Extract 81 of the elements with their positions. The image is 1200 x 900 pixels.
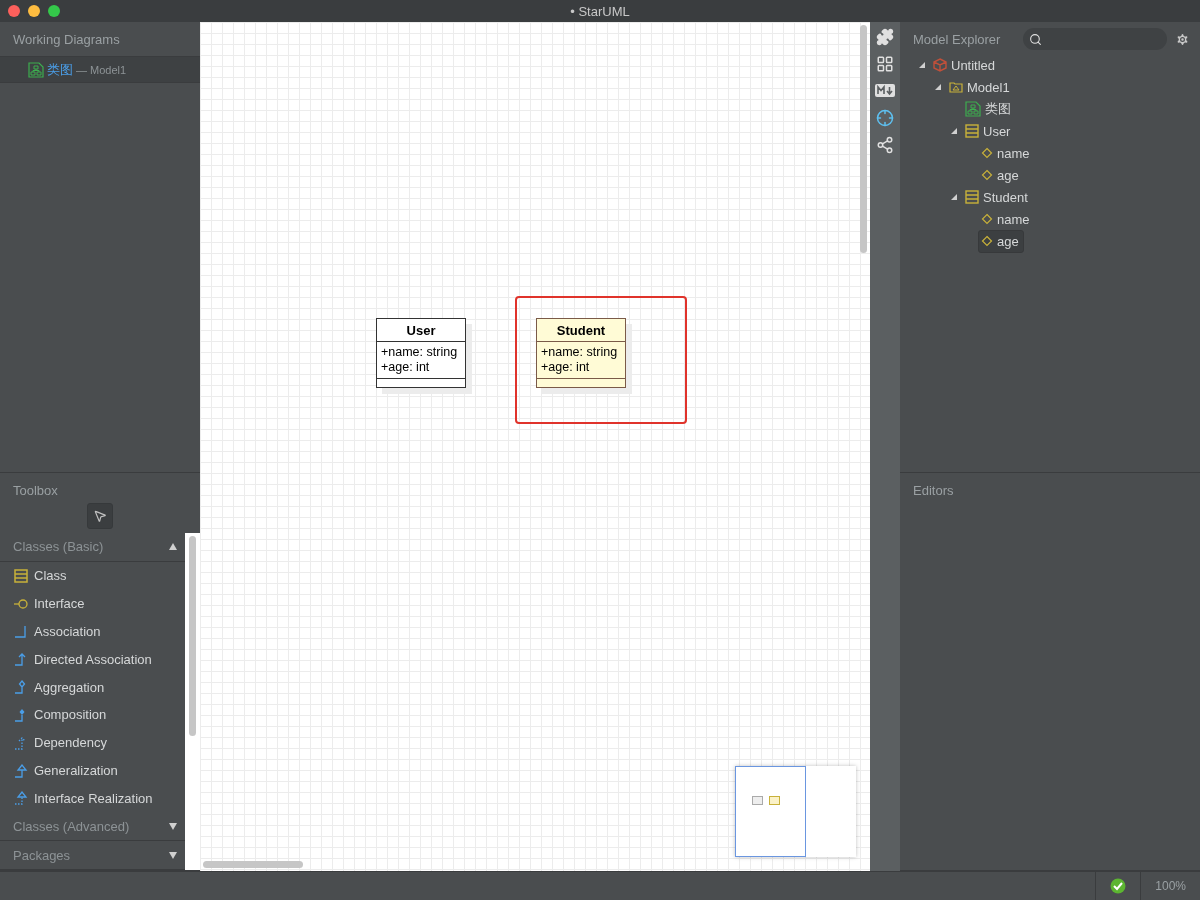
minimap-viewport[interactable] (735, 766, 806, 857)
search-field[interactable] (1023, 28, 1167, 50)
class-attribute: +age: int (381, 360, 431, 375)
diagram-icon (28, 61, 44, 78)
scrollbar-thumb[interactable] (203, 861, 303, 868)
expand-toggle-icon[interactable] (950, 193, 958, 201)
generalization-icon (14, 763, 28, 778)
folder-icon (949, 80, 963, 94)
tool-label: Composition (34, 707, 107, 723)
panel-title: Working Diagrams (12, 31, 121, 49)
tag-icon (981, 147, 993, 159)
expand-toggle-icon[interactable] (934, 83, 942, 91)
class-icon (965, 190, 979, 204)
window-title: • StarUML (570, 3, 630, 19)
group-title: Classes (Advanced) (13, 818, 130, 834)
directed-association-icon (14, 652, 28, 667)
class-icon (14, 568, 28, 583)
aggregation-icon (14, 680, 28, 695)
diagram-item[interactable]: 类图 — Model1 (0, 56, 200, 83)
tree-item[interactable]: name (978, 141, 1035, 165)
class-attribute: +name: string (541, 345, 619, 360)
cube-icon (933, 58, 947, 72)
tag-icon (981, 235, 993, 247)
expand-toggle-icon[interactable] (918, 61, 926, 69)
minimap-shapes-drawing (752, 796, 782, 806)
tag-icon (981, 213, 993, 225)
tool-item[interactable]: Dependency (0, 728, 185, 757)
tool-label: Interface Realization (34, 790, 153, 806)
tool-item[interactable]: Aggregation (0, 673, 185, 701)
tree-item[interactable]: Model1 (946, 75, 1015, 99)
tree-item[interactable]: age (978, 163, 1024, 187)
tool-label: Aggregation (34, 679, 105, 695)
realization-icon (14, 791, 28, 806)
class-attribute: +age: int (541, 360, 591, 375)
tool-item[interactable]: Generalization (0, 756, 185, 785)
panel-title: Editors (912, 482, 955, 500)
minimize-button[interactable] (28, 5, 40, 17)
diagram-icon (965, 101, 981, 117)
tool-label: Generalization (34, 763, 118, 779)
panel-title: Model Explorer (913, 31, 1002, 47)
crosshair-icon[interactable] (874, 108, 896, 127)
close-button[interactable] (8, 5, 20, 17)
tree-item[interactable]: Untitled (930, 53, 1001, 77)
pointer-icon (93, 509, 107, 523)
tool-label: Association (34, 623, 101, 639)
pointer-button[interactable] (87, 503, 113, 529)
tool-item[interactable]: Class (0, 561, 185, 590)
group-title: Packages (13, 847, 71, 863)
zoom-level: 100% (1155, 879, 1186, 893)
scrollbar-thumb[interactable] (860, 25, 867, 253)
tree-item[interactable]: User (962, 119, 1016, 143)
tool-item[interactable]: Composition (0, 700, 185, 729)
interface-icon (14, 596, 28, 611)
search-icon (1029, 32, 1042, 46)
extensions-icon[interactable] (874, 27, 896, 46)
scrollbar-thumb[interactable] (189, 536, 196, 736)
tool-label: Dependency (34, 735, 107, 751)
tree-item[interactable]: 类图 (962, 97, 1016, 121)
class-name: User (405, 322, 437, 340)
tool-item[interactable]: Association (0, 617, 185, 646)
class-attribute: +name: string (381, 345, 459, 360)
tool-item[interactable]: Interface Realization (0, 784, 185, 813)
settings-icon[interactable] (1175, 31, 1190, 47)
tool-item[interactable]: Interface (0, 589, 185, 618)
tree-item[interactable]: age (978, 229, 1024, 253)
tool-item[interactable]: Directed Association (0, 645, 185, 674)
class-name: Student (555, 322, 607, 340)
tree-item[interactable]: name (978, 207, 1035, 231)
association-icon (14, 624, 28, 639)
maximize-button[interactable] (48, 5, 60, 17)
check-icon (1110, 878, 1127, 894)
expand-toggle-icon[interactable] (950, 127, 958, 135)
group-title: Classes (Basic) (13, 539, 104, 555)
tree-item[interactable]: Student (962, 185, 1033, 209)
panel-title: Toolbox (12, 482, 59, 500)
markdown-icon[interactable] (874, 81, 896, 100)
tool-label: Class (34, 568, 67, 584)
tool-label: Interface (34, 596, 85, 612)
tag-icon (981, 169, 993, 181)
class-icon (965, 124, 979, 138)
tool-label: Directed Association (34, 651, 152, 667)
